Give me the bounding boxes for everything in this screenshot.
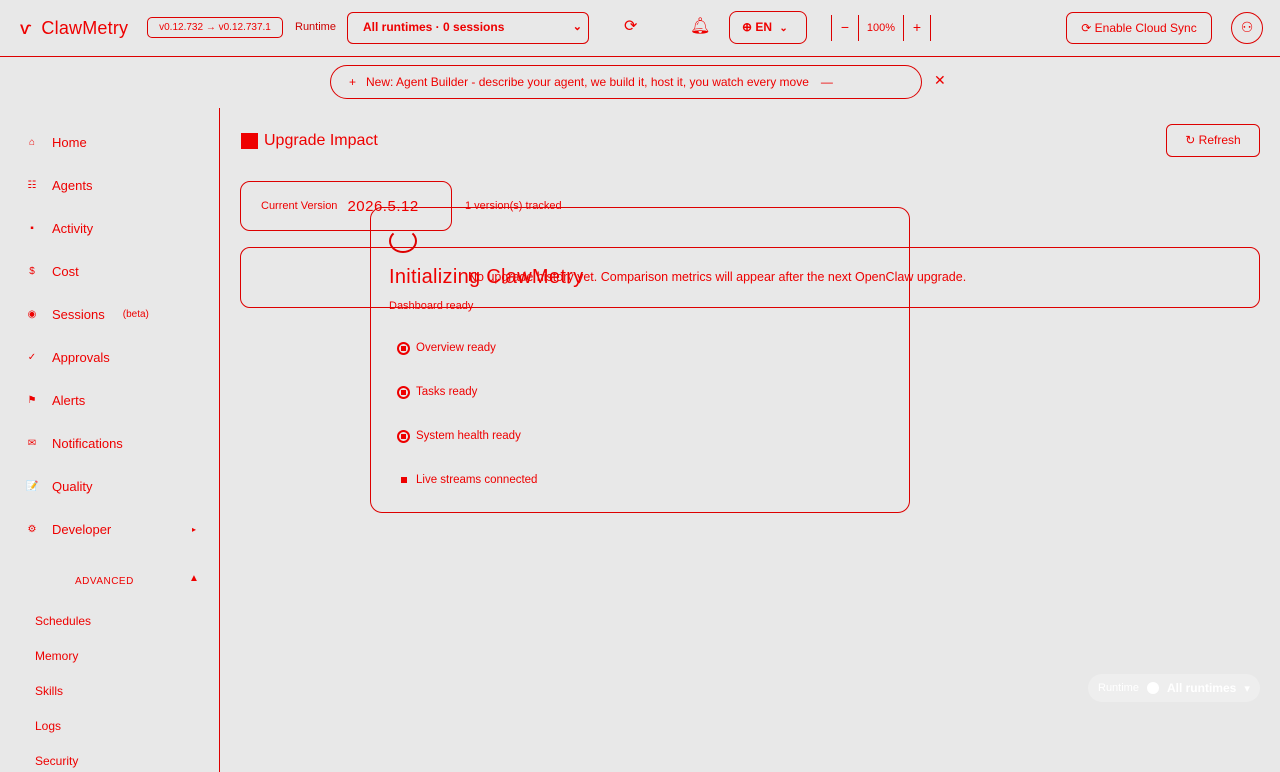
gear-icon: ⚙ bbox=[27, 523, 37, 535]
sidebar-item-label: Cost bbox=[52, 263, 79, 279]
zoom-level: 100% bbox=[866, 22, 896, 34]
init-step: Overview ready bbox=[389, 331, 891, 365]
chevron-down-icon: ⌄ bbox=[572, 21, 582, 33]
page-title: Upgrade Impact bbox=[241, 132, 378, 150]
runtime-pill-label: Runtime bbox=[1098, 682, 1139, 694]
sidebar-item-alerts[interactable]: ⚑ Alerts bbox=[26, 390, 206, 410]
sessions-icon: ◉ bbox=[27, 308, 37, 320]
zoom-out-button[interactable]: − bbox=[831, 15, 859, 41]
sidebar: ⌂ Home ☷ Agents ▪ Activity $ Cost ◉ Sess… bbox=[0, 108, 220, 772]
app-logo[interactable]: Ѵ ClawMetry bbox=[20, 18, 128, 39]
clipboard-icon: 📝 bbox=[26, 480, 39, 492]
claw-icon: Ѵ bbox=[20, 20, 32, 37]
sidebar-item-home[interactable]: ⌂ Home bbox=[26, 132, 206, 152]
current-version-label: Current Version bbox=[261, 200, 338, 212]
sidebar-item-security[interactable]: Security bbox=[35, 754, 78, 768]
enable-cloud-sync-button[interactable]: ⟳ Enable Cloud Sync bbox=[1066, 12, 1212, 44]
chevron-right-icon: ▸ bbox=[191, 524, 196, 534]
user-icon: ⚇ bbox=[1240, 19, 1254, 35]
sidebar-item-logs[interactable]: Logs bbox=[35, 719, 61, 733]
dollar-icon: $ bbox=[29, 265, 35, 277]
close-icon[interactable]: ✕ bbox=[934, 72, 946, 89]
status-dot-icon bbox=[397, 474, 410, 487]
modal-title: Initializing ClawMetry bbox=[389, 266, 584, 288]
refresh-button[interactable]: ↻ Refresh bbox=[1166, 124, 1260, 157]
bell-icon[interactable]: 🔔︎ bbox=[690, 16, 710, 36]
check-circle-icon bbox=[397, 341, 410, 355]
init-step: Live streams connected bbox=[389, 463, 891, 497]
zoom-in-button[interactable]: + bbox=[903, 15, 931, 41]
language-button[interactable]: ⊕ EN ⌄ bbox=[729, 11, 807, 44]
runtime-select[interactable]: All runtimes · 0 sessions ⌄ bbox=[347, 12, 589, 44]
sidebar-item-cost[interactable]: $ Cost bbox=[26, 261, 206, 281]
chart-icon bbox=[241, 133, 258, 149]
page-title-text: Upgrade Impact bbox=[264, 132, 378, 149]
sidebar-item-memory[interactable]: Memory bbox=[35, 649, 78, 663]
check-circle-icon bbox=[397, 385, 410, 399]
init-step-label: Live streams connected bbox=[416, 474, 538, 486]
sidebar-item-agents[interactable]: ☷ Agents bbox=[26, 175, 206, 195]
chevron-down-icon: ⌄ bbox=[779, 23, 788, 34]
sidebar-item-label: Approvals bbox=[52, 349, 110, 365]
announcement-dash: — bbox=[820, 75, 833, 89]
runtime-pill-value: All runtimes bbox=[1166, 681, 1237, 695]
announcement-banner[interactable]: + New: Agent Builder - describe your agen… bbox=[330, 65, 922, 99]
home-icon: ⌂ bbox=[28, 136, 36, 148]
init-step: System health ready bbox=[389, 419, 891, 453]
runtime-select-value: All runtimes · 0 sessions bbox=[363, 20, 505, 34]
sidebar-item-label: Sessions bbox=[52, 306, 105, 322]
sidebar-item-label: Activity bbox=[52, 220, 94, 236]
sidebar-item-developer[interactable]: ⚙ Developer ▸ bbox=[26, 519, 206, 539]
globe-icon: ⊕ bbox=[742, 20, 753, 34]
modal-subtitle: Dashboard ready bbox=[389, 300, 474, 312]
check-circle-icon bbox=[397, 429, 410, 443]
init-step-label: Overview ready bbox=[416, 342, 496, 354]
sidebar-item-label: Alerts bbox=[52, 392, 86, 408]
sidebar-item-skills[interactable]: Skills bbox=[35, 684, 63, 698]
app-name: ClawMetry bbox=[41, 18, 129, 38]
loading-spinner bbox=[389, 229, 417, 253]
chevron-up-icon[interactable]: ▲ bbox=[189, 573, 199, 584]
sidebar-item-sessions[interactable]: ◉ Sessions (beta) bbox=[26, 304, 206, 324]
sidebar-item-label: Notifications bbox=[52, 435, 123, 451]
runtime-label: Runtime bbox=[295, 21, 336, 33]
sidebar-item-activity[interactable]: ▪ Activity bbox=[26, 218, 206, 238]
sync-icon: ⟳ bbox=[1081, 21, 1092, 35]
sidebar-item-label: Quality bbox=[52, 478, 93, 494]
version-badge[interactable]: v0.12.732 → v0.12.737.1 bbox=[147, 17, 283, 38]
advanced-section-header[interactable]: ADVANCED bbox=[75, 576, 134, 587]
sidebar-item-label: Agents bbox=[52, 177, 93, 193]
refresh-icon[interactable]: ⟳ bbox=[624, 16, 637, 36]
init-step: Tasks ready bbox=[389, 375, 891, 409]
sidebar-item-label: Home bbox=[52, 134, 87, 150]
sidebar-item-schedules[interactable]: Schedules bbox=[35, 614, 91, 628]
user-avatar[interactable]: ⚇ bbox=[1231, 12, 1263, 44]
flag-icon: ⚑ bbox=[27, 394, 37, 406]
mail-icon: ✉ bbox=[27, 437, 37, 449]
check-icon: ✓ bbox=[27, 351, 37, 363]
grid-icon: ☷ bbox=[27, 179, 37, 191]
activity-icon: ▪ bbox=[30, 222, 34, 234]
sidebar-item-notifications[interactable]: ✉ Notifications bbox=[26, 433, 206, 453]
plus-icon: + bbox=[349, 75, 357, 89]
zoom-control: − 100% + bbox=[831, 14, 931, 42]
chevron-down-icon: ▾ bbox=[1244, 682, 1250, 695]
beta-badge: (beta) bbox=[122, 308, 149, 320]
init-step-label: System health ready bbox=[416, 430, 521, 442]
status-dot-icon bbox=[1146, 682, 1159, 694]
top-bar: Ѵ ClawMetry v0.12.732 → v0.12.737.1 Runt… bbox=[0, 0, 1280, 57]
sidebar-item-quality[interactable]: 📝 Quality bbox=[26, 476, 206, 496]
runtime-pill[interactable]: Runtime All runtimes ▾ bbox=[1088, 674, 1260, 702]
sidebar-item-approvals[interactable]: ✓ Approvals bbox=[26, 347, 206, 367]
announcement-text: New: Agent Builder - describe your agent… bbox=[366, 75, 809, 89]
sidebar-item-label: Developer bbox=[52, 521, 112, 537]
init-step-label: Tasks ready bbox=[416, 386, 478, 398]
cloud-sync-label: Enable Cloud Sync bbox=[1094, 21, 1197, 35]
language-label: EN bbox=[755, 20, 773, 34]
